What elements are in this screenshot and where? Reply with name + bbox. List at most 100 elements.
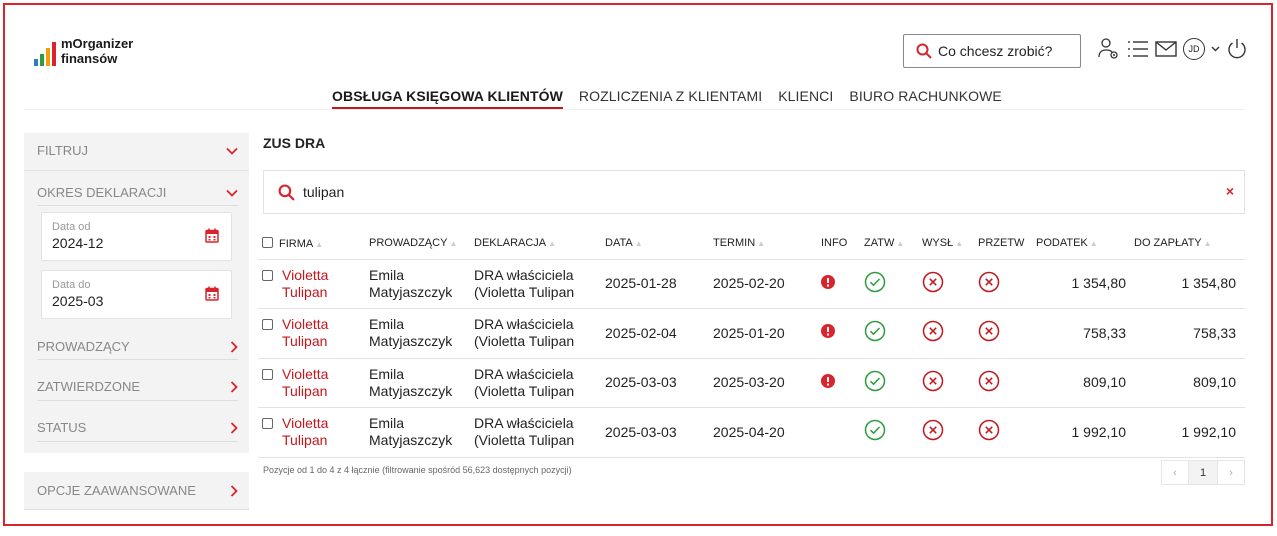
prowadzacy-label: PROWADZĄCY [37, 339, 130, 354]
table-row[interactable]: Violetta Tulipan Emila Matyjaszczyk DRA właś… [258, 407, 1245, 458]
nav-biuro-rachunkowe[interactable]: BIURO RACHUNKOWE [849, 88, 1002, 109]
list-icon[interactable] [1127, 39, 1149, 59]
chevron-down-icon[interactable] [1211, 45, 1220, 53]
sort-icon: ▲ [634, 239, 643, 249]
sort-icon: ▲ [1203, 239, 1212, 249]
cell-wysl[interactable] [918, 308, 974, 358]
date-from-value: 2024-12 [52, 235, 104, 251]
zatwierdzone-toggle[interactable]: ZATWIERDZONE [37, 379, 238, 394]
cell-przetw[interactable] [974, 258, 1032, 309]
not-processed-icon [978, 321, 1000, 342]
table-row[interactable]: Violetta Tulipan Emila Matyjaszczyk DRA właś… [258, 357, 1245, 408]
cell-przetw[interactable] [974, 308, 1032, 358]
cell-zatw[interactable] [860, 407, 918, 458]
prev-page-button[interactable]: ‹ [1161, 460, 1189, 485]
row-checkbox[interactable] [262, 418, 273, 430]
col-firma[interactable]: FIRMA ▲ [258, 228, 365, 259]
period-toggle[interactable]: OKRES DEKLARACJI [37, 185, 238, 200]
date-from-field[interactable]: Data od 2024-12 [41, 212, 232, 261]
row-checkbox[interactable] [262, 269, 273, 281]
not-processed-icon [978, 271, 1000, 292]
table-info: Pozycje od 1 do 4 z 4 łącznie (filtrowan… [263, 465, 572, 475]
date-to-label: Data do [52, 279, 91, 291]
brand-name-line2: finansów [61, 51, 118, 66]
col-zatw[interactable]: ZATW ▲ [860, 228, 918, 259]
clear-search-icon[interactable]: × [1226, 183, 1234, 199]
row-checkbox[interactable] [262, 368, 273, 380]
warning-icon[interactable] [821, 274, 835, 289]
select-all-checkbox[interactable] [262, 236, 273, 248]
pagination: ‹ 1 › [1161, 460, 1245, 485]
date-to-value: 2025-03 [52, 293, 104, 309]
cell-podatek: 1 354,80 [1032, 258, 1130, 309]
warning-icon[interactable] [821, 373, 835, 388]
cell-firma[interactable]: Violetta Tulipan [258, 407, 365, 458]
cell-do-zaplaty: 1 354,80 [1130, 258, 1245, 309]
col-do-zaplaty[interactable]: DO ZAPŁATY ▲ [1130, 228, 1245, 259]
filter-label: FILTRUJ [37, 143, 89, 158]
cell-deklaracja[interactable]: DRA właściciela (Violetta Tulipan [470, 258, 601, 309]
cell-zatw[interactable] [860, 308, 918, 358]
nav-klienci[interactable]: KLIENCI [778, 88, 833, 109]
status-toggle[interactable]: STATUS [37, 420, 238, 435]
mail-icon[interactable] [1155, 40, 1177, 58]
cell-data: 2025-03-03 [601, 407, 709, 458]
cell-firma[interactable]: Violetta Tulipan [258, 308, 365, 358]
search-icon [916, 43, 932, 59]
table-row[interactable]: Violetta Tulipan Emila Matyjaszczyk DRA właś… [258, 258, 1245, 309]
col-data[interactable]: DATA ▲ [601, 228, 709, 259]
user-avatar[interactable]: JD [1183, 38, 1205, 60]
date-to-field[interactable]: Data do 2025-03 [41, 270, 232, 319]
cell-deklaracja[interactable]: DRA właściciela (Violetta Tulipan [470, 357, 601, 408]
prowadzacy-toggle[interactable]: PROWADZĄCY [37, 339, 238, 354]
table-search-value: tulipan [303, 184, 345, 200]
chevron-right-icon [230, 380, 238, 393]
cell-wysl[interactable] [918, 407, 974, 458]
not-sent-icon [922, 321, 944, 342]
cell-info [817, 357, 860, 408]
nav-rozliczenia[interactable]: ROZLICZENIA Z KLIENTAMI [579, 88, 762, 109]
cell-firma[interactable]: Violetta Tulipan [258, 357, 365, 408]
sort-icon: ▲ [896, 239, 905, 249]
global-search-input[interactable]: Co chcesz zrobić? [903, 34, 1081, 68]
warning-icon[interactable] [821, 324, 835, 339]
cell-termin: 2025-04-20 [709, 407, 817, 458]
not-sent-icon [922, 420, 944, 441]
row-checkbox[interactable] [262, 319, 273, 331]
col-wysl[interactable]: WYSŁ ▲ [918, 228, 974, 259]
app-logo[interactable]: mOrganizer finansów [34, 36, 133, 66]
col-podatek[interactable]: PODATEK ▲ [1032, 228, 1130, 259]
calendar-icon[interactable] [205, 286, 219, 301]
next-page-button[interactable]: › [1217, 460, 1245, 485]
col-termin[interactable]: TERMIN ▲ [709, 228, 817, 259]
cell-podatek: 758,33 [1032, 308, 1130, 358]
cell-zatw[interactable] [860, 258, 918, 309]
calendar-icon[interactable] [205, 228, 219, 243]
nav-divider [24, 109, 1245, 110]
cell-deklaracja[interactable]: DRA właściciela (Violetta Tulipan [470, 308, 601, 358]
advanced-options[interactable]: OPCJE ZAAWANSOWANE [24, 472, 249, 510]
table-search-input[interactable]: tulipan × [263, 170, 1245, 214]
cell-przetw[interactable] [974, 407, 1032, 458]
not-processed-icon [978, 370, 1000, 391]
cell-firma[interactable]: Violetta Tulipan [258, 258, 365, 309]
cell-przetw[interactable] [974, 357, 1032, 408]
filter-toggle[interactable]: FILTRUJ [37, 143, 238, 158]
page-title: ZUS DRA [263, 135, 326, 151]
page-button[interactable]: 1 [1189, 460, 1217, 485]
col-deklaracja[interactable]: DEKLARACJA ▲ [470, 228, 601, 259]
table-row[interactable]: Violetta Tulipan Emila Matyjaszczyk DRA właś… [258, 308, 1245, 358]
divider [37, 205, 238, 206]
divider [24, 170, 249, 171]
col-prowadzacy[interactable]: PROWADZĄCY ▲ [365, 228, 470, 259]
cell-deklaracja[interactable]: DRA właściciela (Violetta Tulipan [470, 407, 601, 458]
user-settings-icon[interactable] [1097, 37, 1121, 61]
cell-wysl[interactable] [918, 357, 974, 408]
cell-data: 2025-02-04 [601, 308, 709, 358]
cell-do-zaplaty: 1 992,10 [1130, 407, 1245, 458]
cell-zatw[interactable] [860, 357, 918, 408]
cell-wysl[interactable] [918, 258, 974, 309]
chevron-down-icon [226, 147, 238, 155]
nav-obsluga-ksiegowa[interactable]: OBSŁUGA KSIĘGOWA KLIENTÓW [332, 88, 563, 109]
power-icon[interactable] [1226, 38, 1248, 60]
